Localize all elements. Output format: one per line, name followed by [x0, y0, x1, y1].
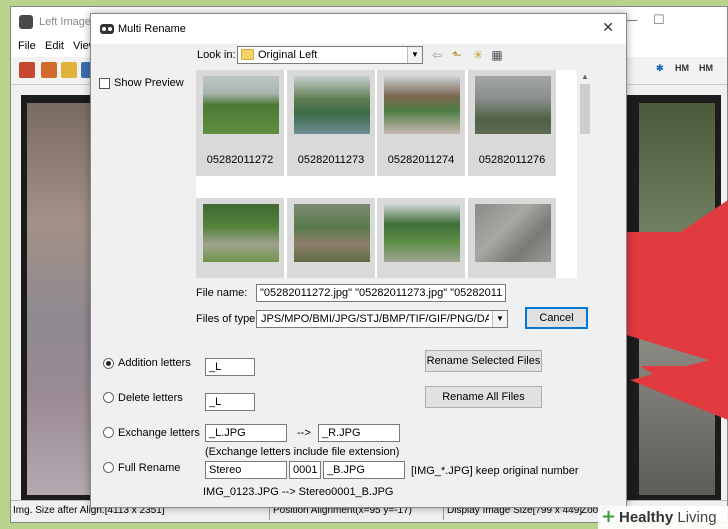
open-folder-icon[interactable] — [61, 62, 77, 78]
delete-letters-radio[interactable] — [103, 392, 114, 403]
exchange-to-value: _R.JPG — [322, 427, 361, 439]
addition-letters-radio[interactable] — [103, 358, 114, 369]
full-rename-name-value: Stereo — [209, 464, 242, 476]
thumbnail-image — [203, 204, 279, 262]
files-of-type-dropdown[interactable]: JPS/MPO/BMI/JPG/STJ/BMP/TIF/GIF/PNG/DAS … — [256, 310, 508, 328]
thumbnail-image — [475, 76, 551, 134]
dialog-title-bar: Multi Rename ✕ — [91, 14, 626, 44]
thumbnail-image — [294, 76, 370, 134]
app-icon — [19, 15, 33, 29]
thumbnail-image — [203, 76, 279, 134]
left-image-preview — [27, 103, 99, 495]
exchange-letters-radio[interactable] — [103, 427, 114, 438]
thumbnail-caption: 05282011274 — [387, 154, 455, 166]
multi-rename-dialog: Multi Rename ✕ Show Preview Look in: Ori… — [90, 13, 627, 508]
watermark-brand-light: Living — [677, 509, 717, 526]
list-scrollbar[interactable]: ▲ — [577, 70, 593, 278]
thumbnail-item[interactable]: 05282011273 — [287, 70, 375, 176]
hm-re-icon[interactable]: HM — [699, 63, 713, 73]
dialog-title: Multi Rename — [118, 23, 186, 35]
app-logo-icon — [100, 24, 114, 34]
open-left-icon[interactable] — [41, 62, 57, 78]
full-rename-suffix-field[interactable]: _B.JPG — [323, 461, 405, 479]
thumbnail-caption: 05282011273 — [297, 154, 365, 166]
delete-letters-field[interactable]: _L — [205, 393, 255, 411]
show-preview-label: Show Preview — [114, 77, 184, 89]
rename-selected-files-button[interactable]: Rename Selected Files — [425, 350, 542, 372]
delete-letters-value: _L — [209, 396, 222, 408]
snowflake-icon[interactable]: ✱ — [656, 63, 664, 74]
file-name-field[interactable]: "05282011272.jpg" "05282011273.jpg" "052… — [256, 284, 506, 302]
full-rename-hint: [IMG_*.JPG] keep original number — [411, 465, 579, 477]
delete-letters-label: Delete letters — [118, 392, 183, 404]
view-menu-icon[interactable]: ▦ — [489, 48, 505, 62]
show-preview-checkbox[interactable] — [99, 78, 110, 89]
look-in-label: Look in: — [197, 49, 236, 61]
menu-edit[interactable]: Edit — [45, 40, 64, 52]
exchange-note: (Exchange letters include file extension… — [205, 446, 400, 458]
exchange-arrow: --> — [297, 427, 311, 439]
watermark-text: Healthy Living — [619, 509, 717, 526]
full-rename-suffix-value: _B.JPG — [327, 464, 365, 476]
thumbnail-item[interactable]: 05282011274 — [377, 70, 465, 176]
full-rename-radio[interactable] — [103, 462, 114, 473]
chevron-down-icon[interactable]: ▼ — [407, 47, 422, 63]
healthy-living-watermark: + Healthy Living — [598, 506, 728, 529]
exchange-from-field[interactable]: _L.JPG — [205, 424, 287, 442]
plus-logo-icon: + — [601, 506, 617, 527]
scroll-up-icon[interactable]: ▲ — [581, 72, 589, 81]
thumbnail-item[interactable]: 05282011272 — [196, 70, 284, 176]
exchange-letters-label: Exchange letters — [118, 427, 200, 439]
thumbnail-image — [384, 76, 460, 134]
look-in-dropdown[interactable]: Original Left ▼ — [237, 46, 423, 64]
thumbnail-item[interactable] — [196, 198, 284, 278]
thumbnail-image — [475, 204, 551, 262]
thumbnail-item[interactable]: 05282011276 — [468, 70, 556, 176]
look-in-value: Original Left — [258, 49, 318, 61]
back-arrow-icon[interactable]: ⇦ — [429, 48, 445, 62]
maximize-icon[interactable]: ☐ — [653, 13, 665, 28]
up-folder-icon[interactable]: ⬑ — [449, 48, 465, 62]
menu-file[interactable]: File — [18, 40, 36, 52]
thumbnail-item[interactable] — [287, 198, 375, 278]
full-rename-label: Full Rename — [118, 462, 181, 474]
thumbnail-image — [384, 204, 460, 262]
open-stereo-icon[interactable] — [19, 62, 35, 78]
scrollbar-thumb[interactable] — [580, 84, 590, 134]
thumbnail-item[interactable] — [377, 198, 465, 278]
file-name-value: "05282011272.jpg" "05282011273.jpg" "052… — [260, 287, 503, 299]
full-rename-example: IMG_0123.JPG --> Stereo0001_B.JPG — [203, 486, 394, 498]
exchange-from-value: _L.JPG — [209, 427, 246, 439]
files-of-type-value: JPS/MPO/BMI/JPG/STJ/BMP/TIF/GIF/PNG/DAS … — [261, 313, 489, 325]
full-rename-number-value: 0001 — [293, 464, 318, 476]
thumbnail-image — [294, 204, 370, 262]
watermark-brand-bold: Healthy — [619, 509, 674, 526]
close-icon[interactable]: ✕ — [602, 20, 614, 36]
thumbnail-caption: 05282011272 — [206, 154, 274, 166]
files-of-type-label: Files of type: — [196, 313, 259, 325]
full-rename-number-field[interactable]: 0001 — [289, 461, 321, 479]
full-rename-name-field[interactable]: Stereo — [205, 461, 287, 479]
thumbnail-caption: 05282011276 — [478, 154, 546, 166]
chevron-down-icon[interactable]: ▼ — [492, 311, 507, 327]
thumbnail-item[interactable] — [468, 198, 556, 278]
addition-letters-field[interactable]: _L — [205, 358, 255, 376]
file-name-label: File name: — [196, 287, 248, 299]
addition-letters-value: _L — [209, 361, 222, 373]
rename-all-files-button[interactable]: Rename All Files — [425, 386, 542, 408]
new-folder-icon[interactable]: ✳ — [470, 48, 486, 62]
folder-icon — [241, 49, 254, 60]
cancel-button[interactable]: Cancel — [525, 307, 588, 329]
addition-letters-label: Addition letters — [118, 357, 191, 369]
hm-fe-icon[interactable]: HM — [675, 63, 689, 73]
file-thumbnail-list[interactable]: 05282011272 05282011273 05282011274 0528… — [196, 70, 593, 278]
exchange-to-field[interactable]: _R.JPG — [318, 424, 400, 442]
